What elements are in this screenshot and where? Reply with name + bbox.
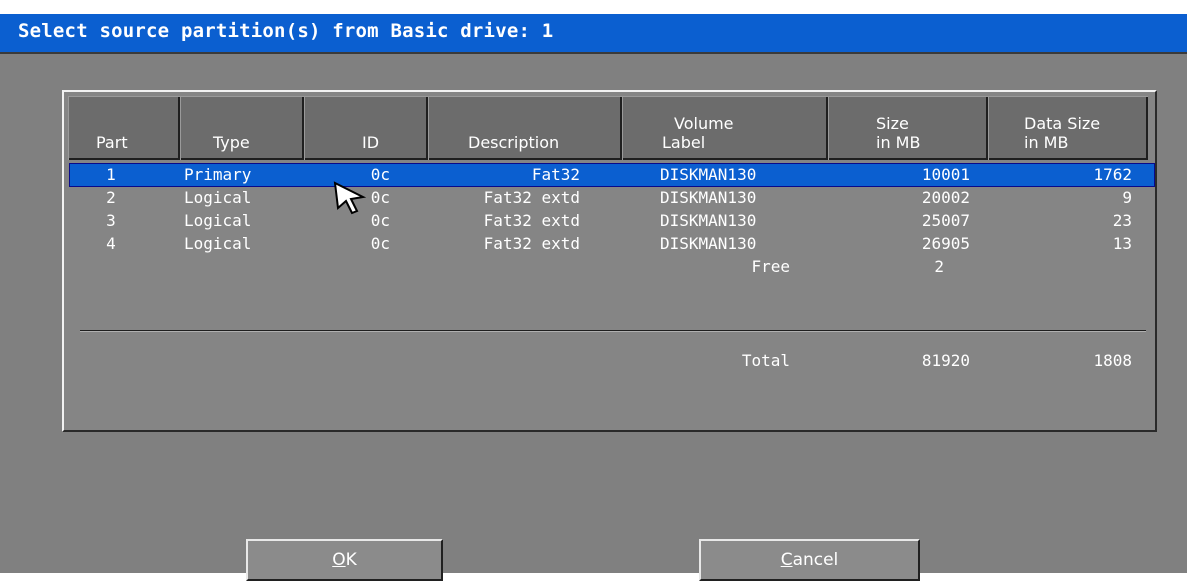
free-space-row: Free 2 <box>70 256 1154 278</box>
mouse-pointer-icon <box>333 181 367 215</box>
cancel-label: ancel <box>792 550 839 570</box>
cell-part: 1 <box>106 165 116 184</box>
cancel-button[interactable]: Cancel <box>699 539 920 581</box>
column-header-size[interactable]: Size in MB <box>828 96 988 160</box>
dialog-window: Select source partition(s) from Basic dr… <box>0 14 1187 581</box>
table-row[interactable]: 4 Logical 0c Fat32 extd DISKMAN130 26905… <box>70 233 1154 255</box>
totals-row: Total 81920 1808 <box>70 350 1154 372</box>
ok-mnemonic: O <box>332 550 346 570</box>
cell-size: 20002 <box>921 188 970 207</box>
cell-size: 25007 <box>921 211 970 230</box>
table-row[interactable]: 3 Logical 0c Fat32 extd DISKMAN130 25007… <box>70 210 1154 232</box>
cell-description: Fat32 <box>531 165 580 184</box>
cell-id: 0c <box>370 234 390 253</box>
cell-description: Fat32 extd <box>483 234 580 253</box>
cell-description: Fat32 extd <box>483 211 580 230</box>
column-header-volume-label-text: Volume Label <box>662 114 734 152</box>
cell-type: Logical <box>184 188 252 207</box>
column-header-volume-line2: Label <box>662 133 706 152</box>
cell-volume-label: DISKMAN130 <box>660 165 757 184</box>
cell-data-size: 1762 <box>1093 165 1132 184</box>
cell-type: Logical <box>184 234 252 253</box>
column-header-part-label: Part <box>96 133 128 152</box>
cell-part: 4 <box>106 234 116 253</box>
cancel-mnemonic: C <box>780 550 793 570</box>
table-row[interactable]: 2 Logical 0c Fat32 extd DISKMAN130 20002… <box>70 187 1154 209</box>
ok-button[interactable]: OK <box>246 539 443 581</box>
cell-data-size: 9 <box>1122 188 1132 207</box>
cell-volume-label: DISKMAN130 <box>660 188 757 207</box>
cell-type: Primary <box>184 165 252 184</box>
total-size: 81920 <box>921 351 970 370</box>
column-header-size-label: Size in MB <box>876 114 920 152</box>
column-header-volume-label[interactable]: Volume Label <box>622 96 828 160</box>
column-header-data-size[interactable]: Data Size in MB <box>988 96 1148 160</box>
dialog-titlebar: Select source partition(s) from Basic dr… <box>0 14 1187 54</box>
dialog-title: Select source partition(s) from Basic dr… <box>18 20 554 42</box>
column-header-id-label: ID <box>362 133 380 152</box>
cell-data-size: 23 <box>1112 211 1132 230</box>
column-header-part[interactable]: Part <box>68 96 180 160</box>
column-header-description-label: Description <box>468 133 560 152</box>
column-header-data-size-line2: in MB <box>1024 133 1069 152</box>
cell-part: 2 <box>106 188 116 207</box>
cell-description: Fat32 extd <box>483 188 580 207</box>
table-row[interactable]: 1 Primary 0c Fat32 DISKMAN130 10001 1762 <box>70 164 1154 186</box>
cell-volume-label: DISKMAN130 <box>660 234 757 253</box>
ok-label: K <box>345 550 357 570</box>
column-header-size-line2: in MB <box>876 133 921 152</box>
column-header-size-line1: Size <box>876 114 909 133</box>
free-label: Free <box>751 257 790 276</box>
cell-volume-label: DISKMAN130 <box>660 211 757 230</box>
total-label: Total <box>741 351 790 370</box>
free-size: 2 <box>934 257 944 276</box>
column-header-description[interactable]: Description <box>428 96 622 160</box>
cell-data-size: 13 <box>1112 234 1132 253</box>
cell-size: 10001 <box>921 165 970 184</box>
cell-type: Logical <box>184 211 252 230</box>
column-header-type-label: Type <box>213 133 250 152</box>
column-header-type[interactable]: Type <box>180 96 304 160</box>
cell-part: 3 <box>106 211 116 230</box>
table-header: Part Type ID Description Volume Label Si… <box>68 96 1150 160</box>
column-header-data-size-line1: Data Size <box>1024 114 1101 133</box>
column-header-data-size-label: Data Size in MB <box>1024 114 1100 152</box>
partition-table: Part Type ID Description Volume Label Si… <box>62 90 1157 432</box>
cell-size: 26905 <box>921 234 970 253</box>
total-data-size: 1808 <box>1093 351 1132 370</box>
totals-divider <box>80 330 1146 332</box>
column-header-id[interactable]: ID <box>304 96 428 160</box>
column-header-volume-line1: Volume <box>674 114 734 133</box>
